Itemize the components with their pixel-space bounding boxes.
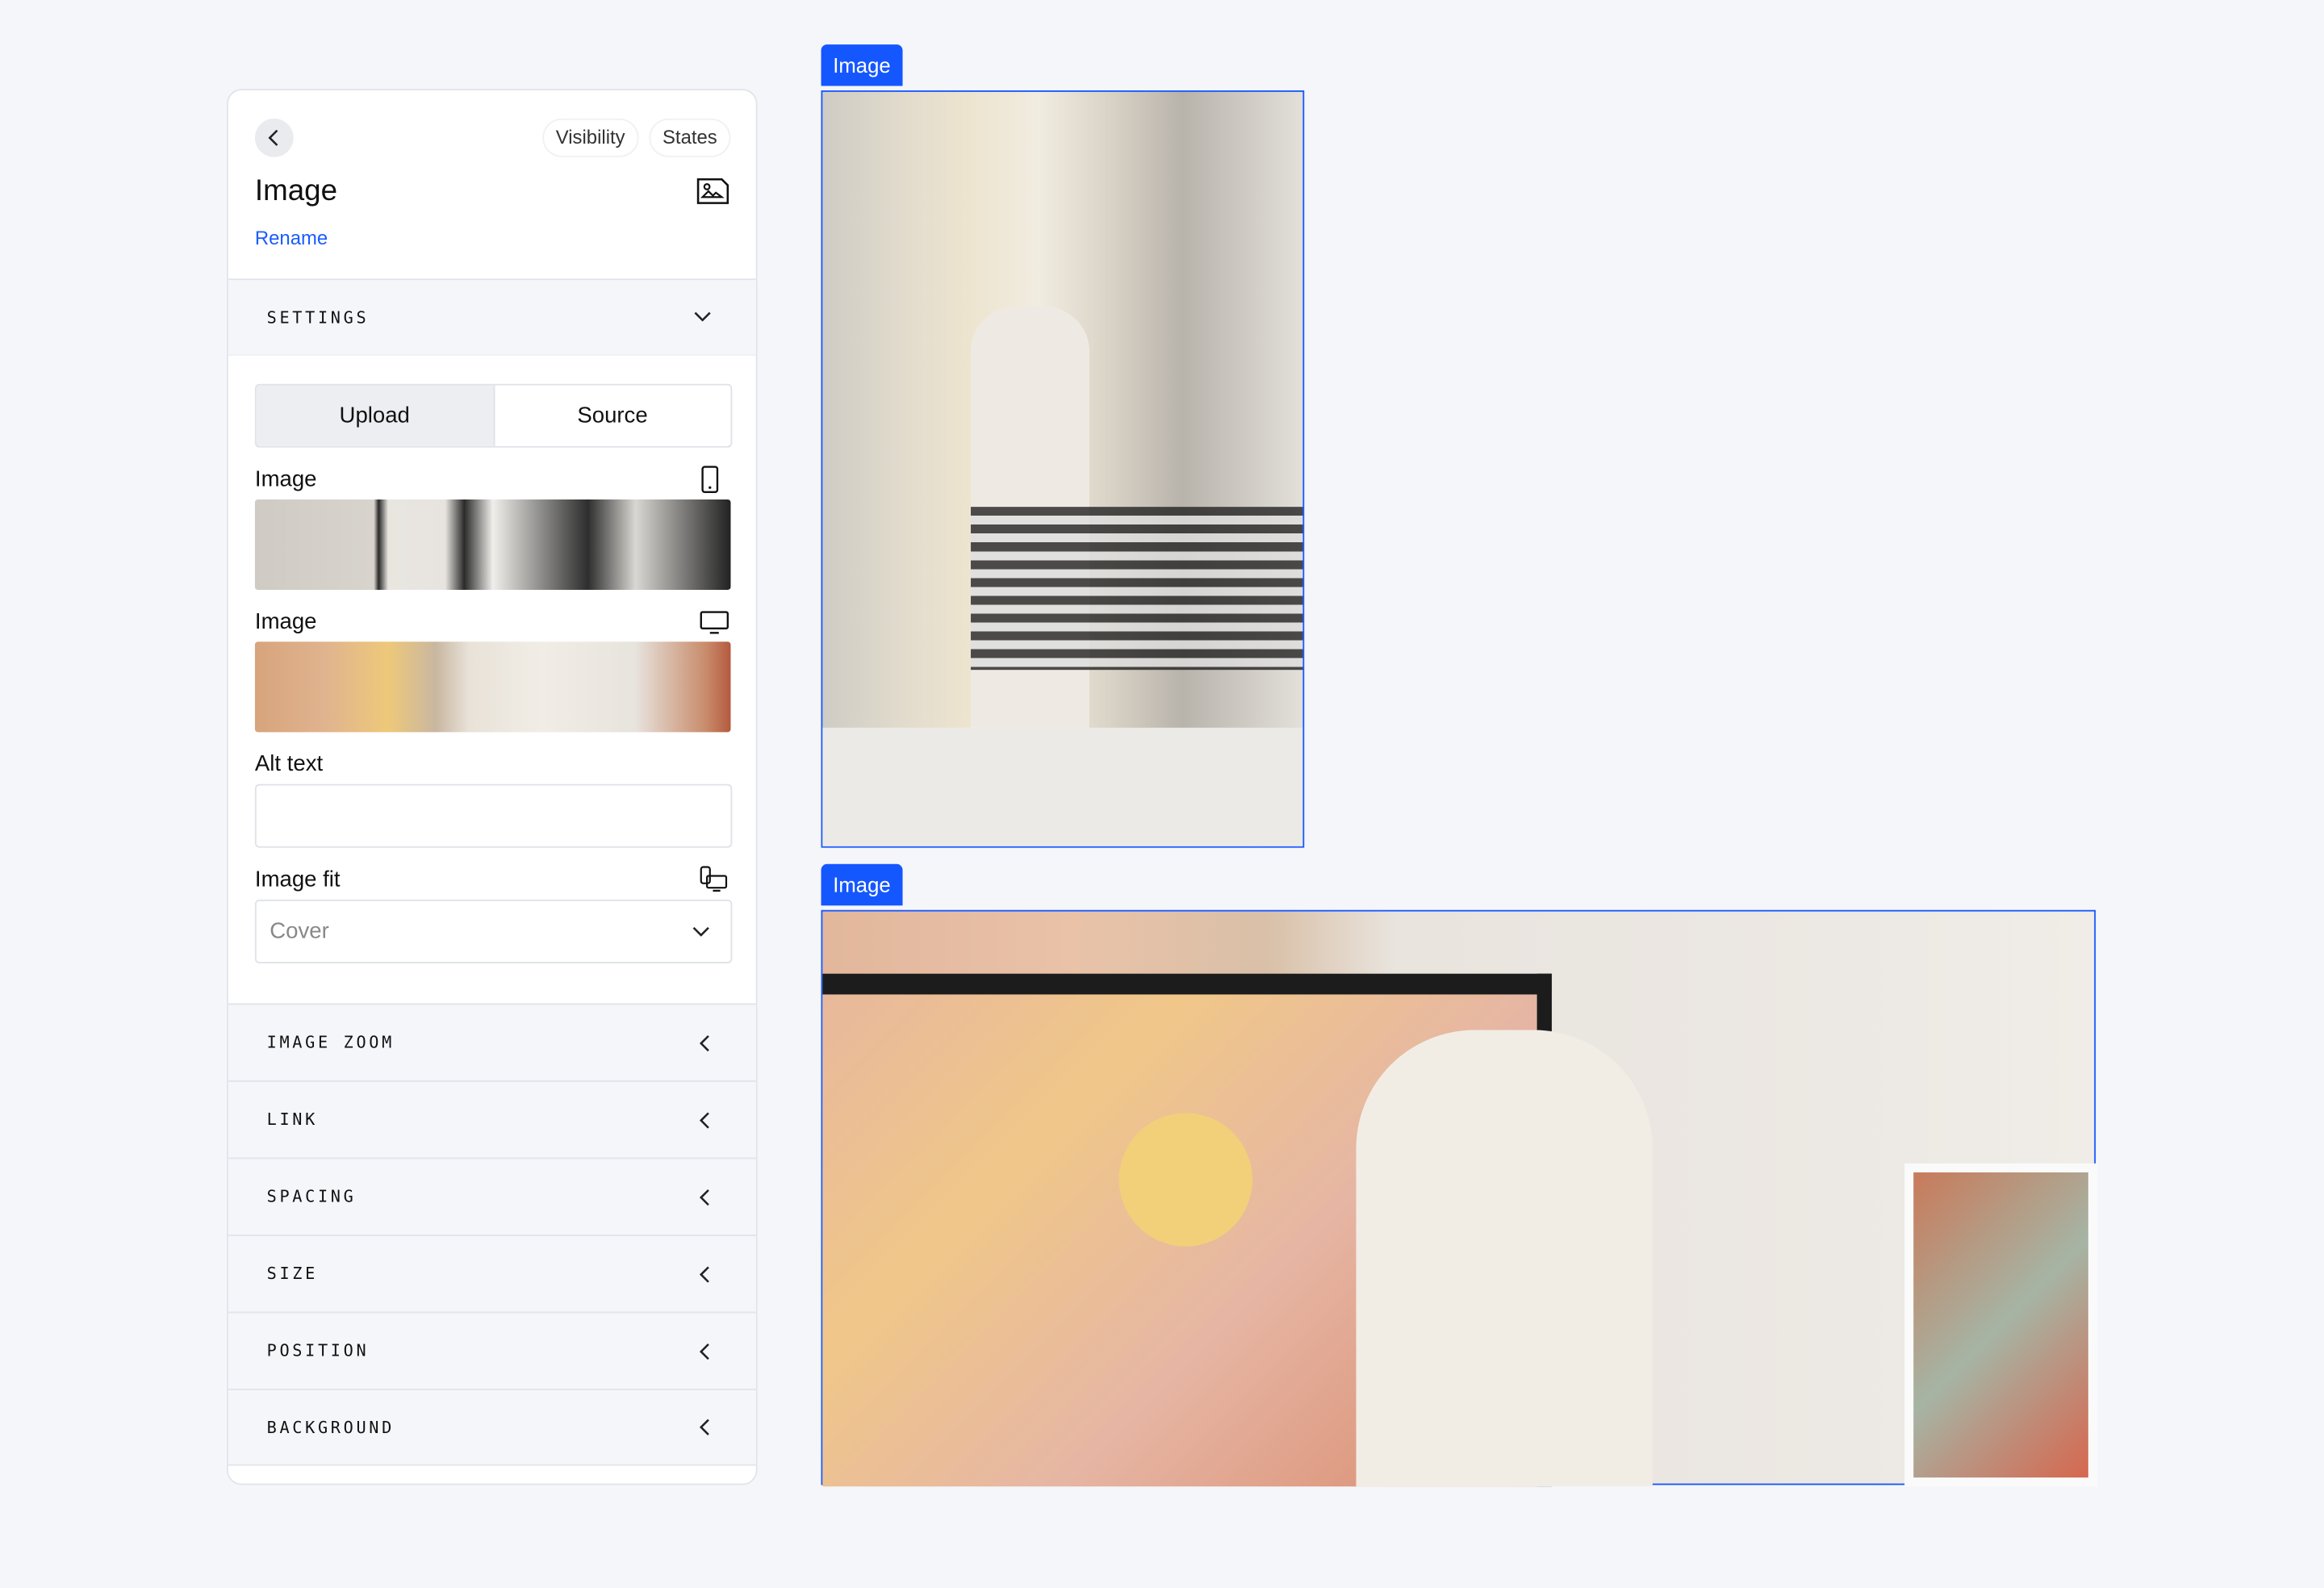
chevron-left-icon [699,1419,709,1435]
tab-states[interactable]: States [649,118,731,157]
image-fit-select[interactable]: Cover [254,899,733,963]
desktop-image-preview[interactable] [821,909,2097,1487]
upload-tab[interactable]: Upload [256,385,495,446]
section-label: LINK [266,1110,318,1130]
section-position[interactable]: POSITION [228,1311,756,1389]
tab-visibility[interactable]: Visibility [542,118,639,157]
section-background[interactable]: BACKGROUND [228,1388,756,1466]
mobile-image-label: Image [254,466,317,492]
image-icon [696,178,729,204]
image-element-tag: Image [821,863,903,906]
image-fit-value: Cover [270,918,329,944]
section-size[interactable]: SIZE [228,1234,756,1312]
chevron-down-icon [694,311,711,322]
desktop-image-label: Image [254,608,317,635]
chevron-left-icon [699,1034,709,1051]
chevron-left-icon [268,129,278,146]
settings-label: SETTINGS [266,307,370,327]
mobile-image-preview[interactable] [821,90,1305,848]
chevron-left-icon [699,1111,709,1128]
floor [822,727,1303,846]
desktop-image-thumbnail[interactable] [254,641,731,733]
properties-panel: Visibility States Image Rename SETTINGS … [227,89,758,1486]
section-image-zoom[interactable]: IMAGE ZOOM [228,1003,756,1080]
mobile-icon [701,466,719,493]
figure [1356,1030,1653,1487]
section-label: BACKGROUND [266,1417,395,1437]
alt-text-input[interactable] [254,784,733,848]
settings-section-header[interactable]: SETTINGS [228,278,756,356]
section-label: SIZE [266,1264,318,1284]
image-element-tag: Image [821,44,903,86]
sun [1118,1113,1253,1247]
chevron-down-icon [692,926,709,936]
source-tab[interactable]: Source [495,386,731,446]
chevron-left-icon [699,1343,709,1360]
frame [1904,1163,2097,1487]
rename-link[interactable]: Rename [255,227,328,249]
page-title: Image [254,174,338,208]
responsive-devices-icon [700,866,728,892]
section-spacing[interactable]: SPACING [228,1157,756,1235]
image-fit-label: Image fit [254,867,341,892]
radiator [971,507,1303,671]
section-link[interactable]: LINK [228,1080,756,1158]
upload-source-toggle: Upload Source [254,383,733,448]
back-button[interactable] [254,118,294,157]
chevron-left-icon [699,1189,709,1206]
chevron-left-icon [699,1265,709,1282]
mobile-image-thumbnail[interactable] [254,499,731,591]
section-label: SPACING [266,1187,357,1207]
desktop-icon [700,611,729,634]
section-label: IMAGE ZOOM [266,1033,395,1053]
section-label: POSITION [266,1341,370,1361]
alt-text-label: Alt text [254,751,324,777]
